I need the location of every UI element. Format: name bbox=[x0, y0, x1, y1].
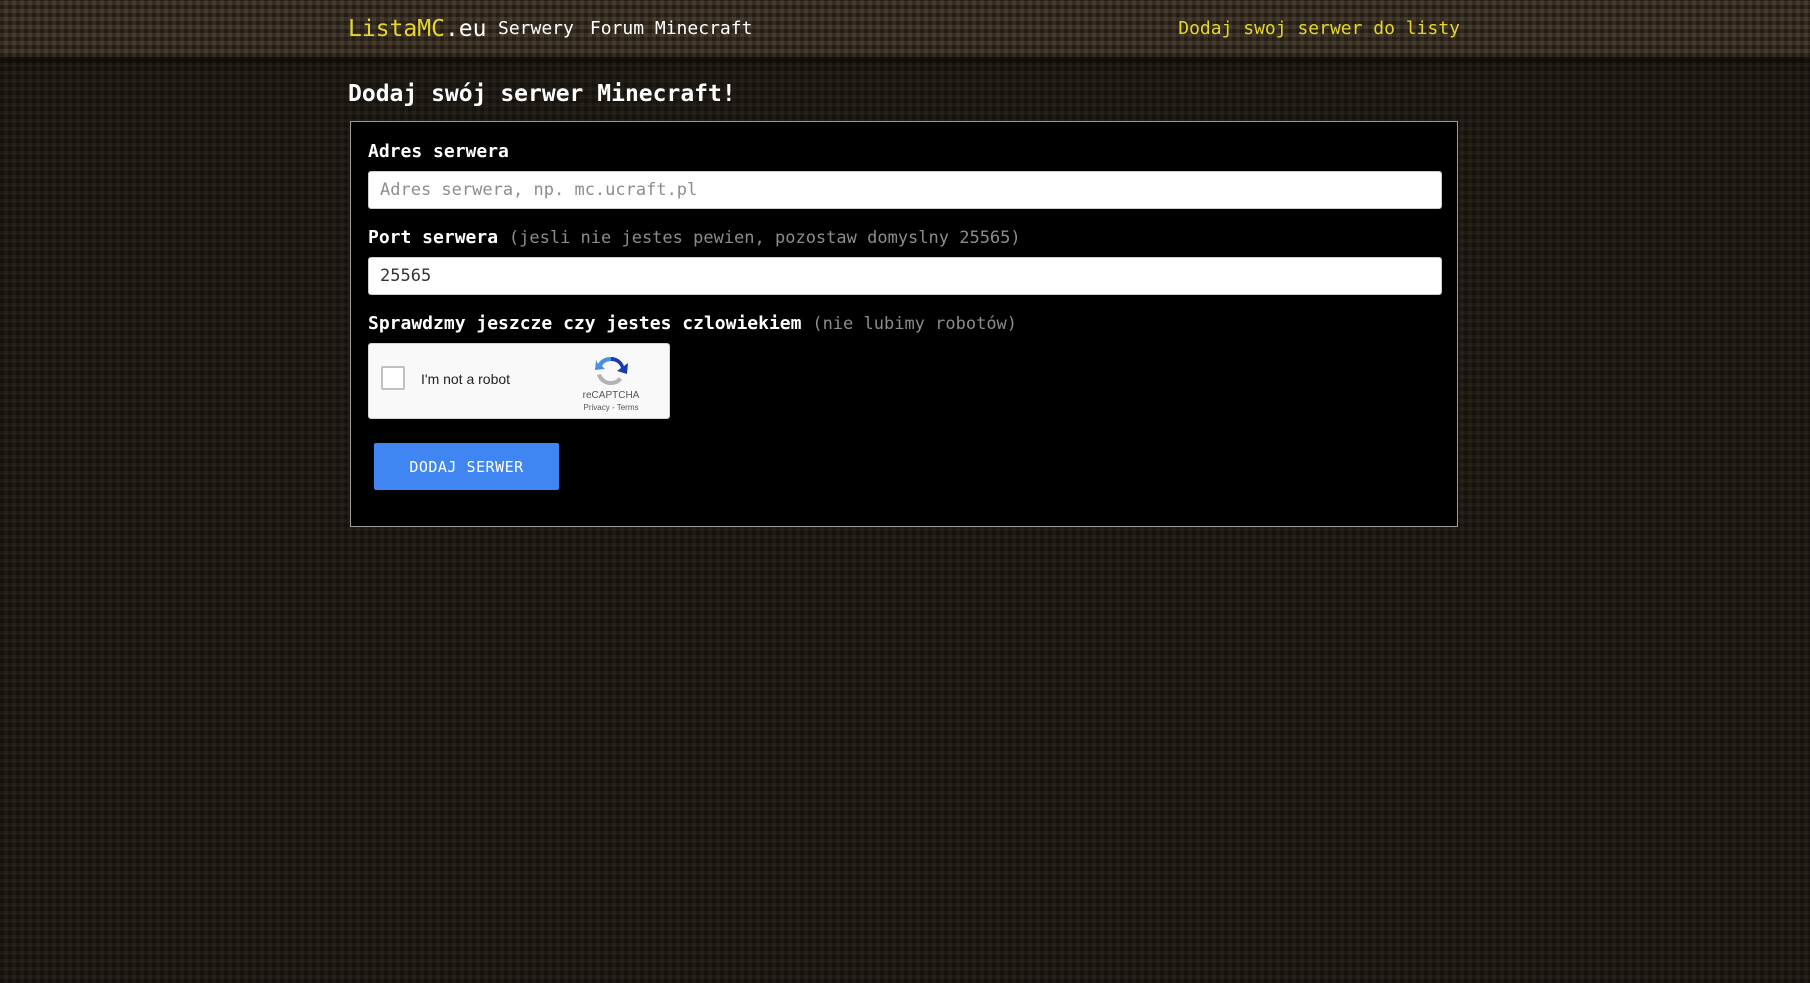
captcha-label-text: Sprawdzmy jeszcze czy jestes czlowiekiem bbox=[368, 313, 802, 334]
top-navbar: ListaMC.eu Serwery Forum Minecraft Dodaj… bbox=[0, 0, 1810, 57]
server-port-input[interactable] bbox=[368, 257, 1442, 295]
add-server-form-panel: Adres serwera Port serwera (jesli nie je… bbox=[350, 121, 1458, 527]
add-server-link[interactable]: Dodaj swoj serwer do listy bbox=[1178, 17, 1460, 41]
add-server-button[interactable]: DODAJ SERWER bbox=[374, 443, 559, 490]
captcha-hint: (nie lubimy robotów) bbox=[812, 314, 1018, 334]
recaptcha-terms-link[interactable]: Terms bbox=[617, 403, 639, 412]
recaptcha-logo-icon bbox=[595, 356, 628, 386]
address-label: Adres serwera bbox=[368, 140, 509, 164]
brand-logo-link[interactable]: ListaMC.eu bbox=[348, 14, 486, 44]
main-nav: Serwery Forum Minecraft bbox=[498, 17, 752, 41]
recaptcha-widget: I'm not a robot reCAPTCHA Privacy - Term… bbox=[368, 343, 670, 419]
server-address-input[interactable] bbox=[368, 171, 1442, 209]
page-title: Dodaj swój serwer Minecraft! bbox=[348, 81, 736, 107]
port-hint: (jesli nie jestes pewien, pozostaw domys… bbox=[508, 228, 1021, 248]
recaptcha-links-separator: - bbox=[609, 403, 617, 412]
brand-domain: .eu bbox=[444, 16, 487, 42]
brand-name: ListaMC bbox=[348, 16, 445, 42]
nav-item-serwery[interactable]: Serwery bbox=[498, 17, 574, 41]
nav-item-forum-minecraft[interactable]: Forum Minecraft bbox=[590, 17, 753, 41]
recaptcha-checkbox[interactable] bbox=[381, 366, 405, 390]
recaptcha-label: I'm not a robot bbox=[421, 371, 511, 387]
recaptcha-privacy-link[interactable]: Privacy bbox=[584, 403, 610, 412]
recaptcha-links: Privacy - Terms bbox=[569, 403, 653, 413]
port-label-text: Port serwera bbox=[368, 227, 499, 248]
address-label-text: Adres serwera bbox=[368, 141, 509, 162]
captcha-label: Sprawdzmy jeszcze czy jestes czlowiekiem… bbox=[368, 312, 1017, 336]
recaptcha-brand: reCAPTCHA bbox=[582, 390, 640, 401]
port-label: Port serwera (jesli nie jestes pewien, p… bbox=[368, 226, 1021, 250]
